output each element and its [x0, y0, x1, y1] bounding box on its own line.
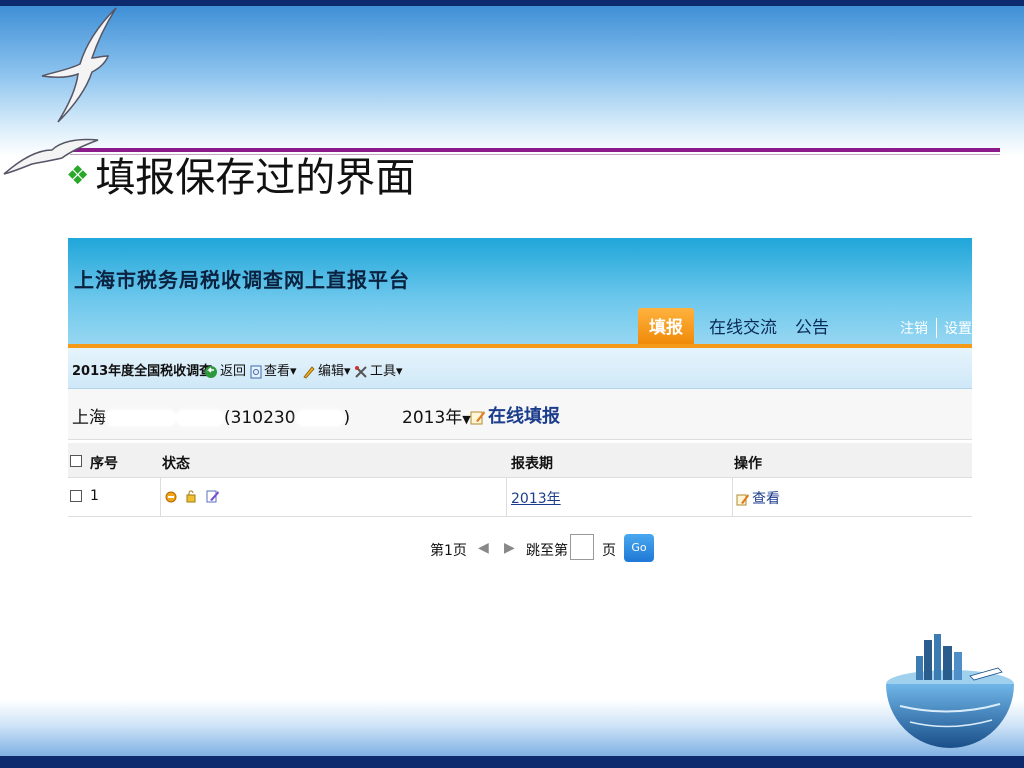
edit-label: 编辑 [318, 364, 345, 379]
column-divider [732, 478, 733, 516]
app-screenshot: 上海市税务局税收调查网上直报平台 填报 在线交流 公告 注销 设置 2013年度… [68, 238, 972, 568]
pencil-icon [303, 365, 315, 378]
tab-announcements[interactable]: 公告 [795, 308, 829, 344]
tools-icon [355, 365, 367, 378]
dropdown-caret-icon: ▾ [396, 364, 403, 379]
edit-menu-button[interactable]: 编辑▾ [302, 360, 351, 379]
table-header-row: 序号 状态 报表期 操作 [68, 443, 972, 478]
company-name-prefix: 上海 [72, 408, 106, 428]
status-dot-icon [165, 491, 177, 503]
pencil-note-icon [736, 494, 749, 506]
seagull-icon [41, 7, 117, 123]
year-select[interactable]: 2013年▼ [402, 403, 471, 428]
page-suffix-label: 页 [602, 543, 616, 559]
page-number-input[interactable] [570, 534, 594, 560]
period-link[interactable]: 2013年 [511, 488, 561, 508]
column-header-action: 操作 [734, 456, 762, 472]
next-page-icon[interactable]: ▶ [504, 540, 515, 556]
tax-code-end: ) [343, 408, 351, 428]
view-menu-button[interactable]: 查看▾ [250, 360, 297, 379]
tab-online-chat[interactable]: 在线交流 [709, 308, 777, 344]
back-label: 返回 [220, 364, 247, 379]
survey-name: 2013年度全国税收调查 [72, 364, 213, 379]
edit-form-icon[interactable] [206, 489, 220, 503]
select-all-checkbox[interactable] [70, 455, 82, 467]
row-no: 1 [90, 488, 99, 504]
dropdown-caret-icon: ▾ [344, 364, 351, 379]
slide-bottom-bar [0, 756, 1024, 768]
title-rule [70, 148, 1000, 152]
company-name: 上海 (310230) [72, 403, 350, 428]
tax-code-start: (310230 [224, 408, 296, 428]
table-row: 1 2013年 查看 [68, 478, 972, 517]
year-select-value: 2013年 [402, 408, 463, 428]
tools-label: 工具 [370, 364, 397, 379]
tools-menu-button[interactable]: 工具▾ [354, 360, 403, 379]
slide-title: ❖ 填报保存过的界面 [66, 153, 415, 203]
column-divider [506, 478, 507, 516]
app-header: 上海市税务局税收调查网上直报平台 填报 在线交流 公告 注销 设置 [68, 238, 972, 348]
slide-bottom-band [0, 700, 1024, 756]
prev-page-icon[interactable]: ◀ [478, 540, 489, 556]
status-icons [165, 489, 220, 507]
app-title: 上海市税务局税收调查网上直报平台 [74, 268, 410, 292]
diamond-bullet-icon: ❖ [66, 161, 90, 191]
pencil-note-icon [470, 411, 485, 425]
settings-link[interactable]: 设置 [944, 318, 972, 338]
view-label: 查看 [264, 364, 291, 379]
redacted-text [106, 410, 176, 426]
view-icon [250, 365, 262, 378]
online-fill-button[interactable]: 在线填报 [470, 402, 560, 428]
online-fill-label: 在线填报 [488, 406, 560, 427]
column-header-status: 状态 [162, 456, 190, 472]
row-checkbox[interactable] [70, 490, 82, 502]
current-page-label: 第1页 [430, 543, 467, 559]
slide-title-text: 填报保存过的界面 [95, 155, 416, 201]
go-button[interactable]: Go [624, 534, 654, 562]
column-header-period: 报表期 [511, 456, 553, 472]
redacted-text [176, 410, 224, 426]
redacted-text [295, 410, 344, 426]
jump-to-label: 跳至第 [526, 543, 568, 559]
dropdown-caret-icon: ▾ [290, 364, 297, 379]
logout-link[interactable]: 注销 [900, 318, 928, 338]
back-button[interactable]: 返回 [204, 360, 246, 379]
city-globe-icon [886, 634, 1014, 748]
column-divider [160, 478, 161, 516]
column-header-no: 序号 [90, 456, 118, 472]
slide-sky-background [0, 6, 1024, 156]
toolbar: 2013年度全国税收调查 返回 查看▾ 编辑▾ 工具▾ [68, 348, 972, 389]
tab-fill-report[interactable]: 填报 [638, 308, 694, 344]
view-action-label: 查看 [752, 491, 780, 507]
header-link-divider [936, 318, 937, 338]
company-row: 上海 (310230) 2013年▼ 在线填报 [68, 389, 972, 440]
back-arrow-icon [205, 365, 217, 378]
lock-icon[interactable] [185, 489, 197, 503]
view-action-link[interactable]: 查看 [736, 488, 780, 508]
